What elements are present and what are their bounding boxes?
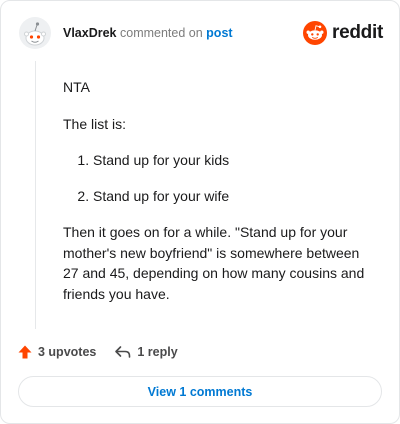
upvote-button[interactable]: 3 upvotes (17, 344, 96, 360)
comment-meta: VlaxDrek commented on post (63, 26, 233, 40)
comment-list: Stand up for your kids Stand up for your… (63, 150, 377, 206)
username[interactable]: VlaxDrek (63, 26, 117, 40)
upvote-arrow-icon (18, 345, 32, 359)
reddit-wordmark: reddit (332, 22, 383, 43)
reply-arrow-icon (115, 346, 131, 358)
list-item: Stand up for your kids (93, 150, 377, 171)
view-comments-button[interactable]: View 1 comments (18, 376, 382, 407)
reply-count: 1 reply (137, 345, 178, 359)
upvote-count: 3 upvotes (38, 345, 97, 359)
comment-paragraph: The list is: (63, 115, 127, 132)
user-avatar[interactable] (19, 17, 51, 49)
reddit-snoo-icon (303, 21, 328, 45)
commented-on-text: commented on (120, 26, 203, 40)
snoo-avatar-icon (19, 17, 51, 49)
comment-paragraph: Then it goes on for a while. "Stand up f… (63, 224, 365, 302)
post-link[interactable]: post (206, 26, 232, 40)
comment-actions: 3 upvotes 1 reply (17, 341, 178, 363)
embedded-comment-card: VlaxDrek commented on post reddit NTA Th… (0, 0, 400, 424)
reply-button[interactable]: 1 reply (114, 344, 178, 360)
list-item: Stand up for your wife (93, 186, 377, 207)
comment-paragraph: NTA (63, 79, 90, 95)
reddit-logo[interactable]: reddit (303, 21, 383, 45)
thread-line (35, 61, 36, 329)
comment-header: VlaxDrek commented on post reddit (19, 15, 383, 51)
comment-body: NTA The list is: Stand up for your kids … (63, 77, 377, 320)
